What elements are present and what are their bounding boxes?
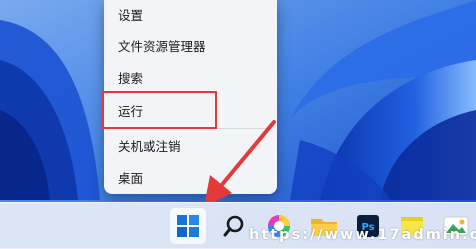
search-icon [223,215,244,237]
watermark-text: https://www.17admin.cc [249,227,476,243]
menu-item-search[interactable]: 搜索 [118,71,143,87]
taskbar-search-button[interactable] [216,208,252,244]
menu-item-settings[interactable]: 设置 [118,8,143,24]
red-arrow-annotation [204,120,276,207]
menu-item-desktop[interactable]: 桌面 [118,171,143,187]
start-button[interactable] [170,208,206,244]
menu-item-file-explorer[interactable]: 文件资源管理器 [118,39,206,55]
menu-item-shutdown-signout[interactable]: 关机或注销 [118,139,181,155]
windows-start-icon [177,215,199,237]
